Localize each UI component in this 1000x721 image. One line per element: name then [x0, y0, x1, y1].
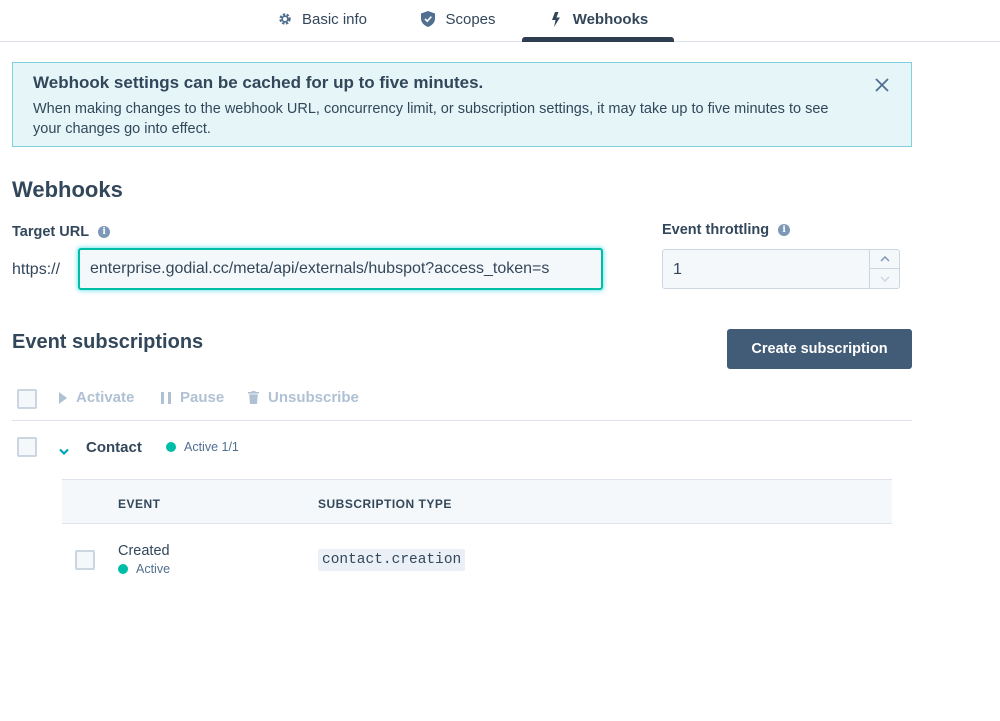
status-text: Active 1/1: [184, 440, 239, 454]
event-throttling-stepper[interactable]: 1: [662, 249, 900, 289]
activate-label: Activate: [76, 389, 135, 406]
cache-alert: Webhook settings can be cached for up to…: [12, 62, 912, 147]
subscriptions-table-header: EVENT SUBSCRIPTION TYPE: [62, 479, 892, 524]
target-url-input[interactable]: [78, 248, 603, 290]
pause-button[interactable]: Pause: [161, 389, 224, 406]
tab-webhooks[interactable]: Webhooks: [522, 0, 674, 42]
pause-icon: [161, 391, 171, 404]
event-subscriptions-title: Event subscriptions: [12, 331, 204, 353]
select-all-checkbox[interactable]: [17, 389, 37, 409]
webhooks-title: Webhooks: [12, 177, 123, 202]
info-icon[interactable]: i: [778, 224, 791, 236]
stepper-value[interactable]: 1: [673, 261, 682, 279]
status-text: Active: [136, 562, 171, 576]
lightning-icon: [548, 11, 564, 27]
target-url-label: Target URL i: [12, 224, 111, 240]
activate-button[interactable]: Activate: [59, 389, 134, 406]
shield-icon: [420, 11, 436, 27]
gear-icon: [277, 11, 293, 27]
row-checkbox[interactable]: [75, 550, 95, 570]
contact-group-checkbox[interactable]: [17, 437, 37, 457]
url-prefix: https://: [12, 261, 61, 278]
trash-icon: [248, 391, 259, 404]
event-name: Created: [118, 543, 170, 559]
chevron-up-icon[interactable]: [870, 250, 899, 269]
alert-body: When making changes to the webhook URL, …: [33, 101, 829, 137]
status-dot-icon: [166, 442, 176, 452]
tab-label: Scopes: [445, 10, 496, 28]
tab-bar: Basic info Scopes Webhooks: [0, 0, 1000, 42]
target-url-label-text: Target URL: [12, 224, 90, 240]
alert-title: Webhook settings can be cached for up to…: [33, 73, 484, 92]
divider: [12, 420, 912, 421]
unsubscribe-label: Unsubscribe: [268, 389, 359, 406]
column-header-subscription-type: SUBSCRIPTION TYPE: [318, 497, 452, 511]
tab-scopes[interactable]: Scopes: [412, 0, 504, 40]
column-header-event: EVENT: [118, 497, 161, 511]
close-icon[interactable]: [873, 76, 891, 94]
info-icon[interactable]: i: [98, 226, 111, 238]
tab-basic-info[interactable]: Basic info: [266, 0, 378, 40]
event-throttling-label-text: Event throttling: [662, 222, 770, 238]
tab-label: Webhooks: [572, 10, 649, 28]
event-throttling-label: Event throttling i: [662, 222, 791, 238]
pause-label: Pause: [180, 389, 225, 406]
status-dot-icon: [118, 564, 128, 574]
unsubscribe-button[interactable]: Unsubscribe: [248, 389, 359, 406]
subscription-type-code: contact.creation: [318, 549, 466, 571]
play-icon: [59, 391, 67, 404]
event-status: Active: [118, 562, 170, 576]
stepper-buttons: [869, 250, 899, 288]
tab-label: Basic info: [301, 10, 368, 28]
chevron-down-icon[interactable]: [870, 269, 899, 288]
contact-group-status: Active 1/1: [166, 440, 239, 454]
active-tab-indicator: [522, 37, 674, 42]
contact-group-name[interactable]: Contact: [86, 439, 142, 456]
create-subscription-button[interactable]: Create subscription: [727, 329, 912, 369]
chevron-down-icon[interactable]: [58, 443, 70, 456]
